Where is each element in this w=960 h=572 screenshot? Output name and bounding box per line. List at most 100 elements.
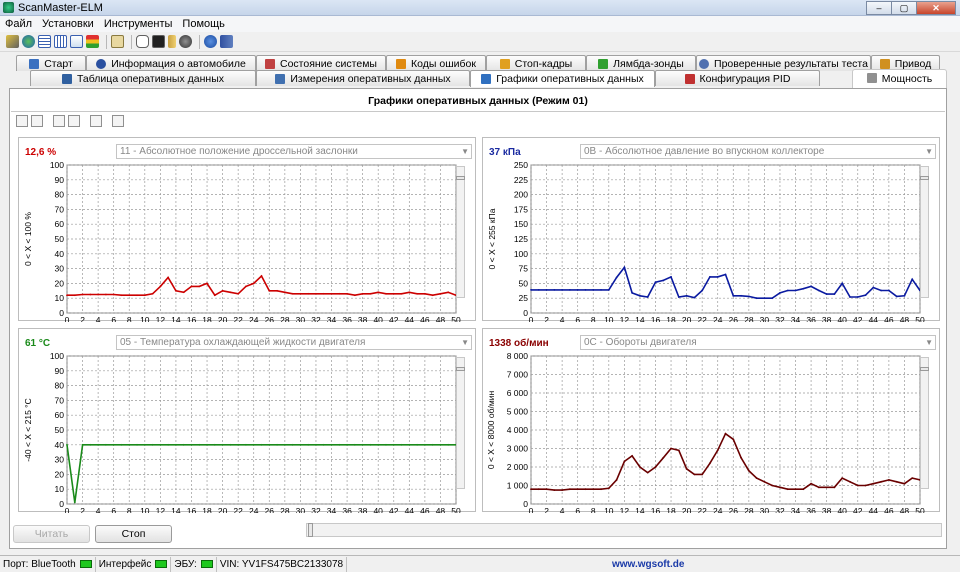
y-tick-label: 10	[55, 484, 65, 494]
x-tick-label: 20	[218, 315, 228, 322]
grid-icon[interactable]	[54, 35, 67, 48]
data-point	[794, 289, 797, 292]
y-tick-label: 200	[514, 190, 528, 200]
data-point	[732, 438, 735, 441]
slider-thumb[interactable]	[456, 175, 465, 180]
globe-icon[interactable]	[22, 35, 35, 48]
open-icon[interactable]	[53, 115, 65, 127]
ecu-led-icon	[200, 560, 213, 568]
scale-slider[interactable]	[456, 357, 465, 489]
monitor-icon[interactable]	[152, 35, 165, 48]
data-point	[283, 443, 286, 446]
x-tick-label: 24	[713, 315, 723, 322]
wrench-icon[interactable]	[6, 35, 19, 48]
data-point	[416, 443, 418, 446]
x-tick-label: 12	[620, 315, 630, 322]
x-tick-label: 30	[760, 315, 770, 322]
x-tick-label: 26	[265, 315, 275, 322]
close-button[interactable]: ✕	[916, 1, 956, 15]
minimize-button[interactable]: –	[866, 1, 892, 15]
time-slider[interactable]	[306, 523, 942, 537]
tab-live-data-meters[interactable]: Измерения оперативных данных	[256, 70, 470, 86]
y-tick-label: 90	[55, 366, 65, 376]
tab-pid-config[interactable]: Конфигурация PID	[655, 70, 820, 86]
data-point	[623, 460, 626, 463]
data-point	[299, 292, 302, 295]
data-point	[338, 292, 341, 295]
x-tick-label: 38	[822, 315, 832, 322]
data-point	[447, 443, 450, 446]
x-tick-label: 50	[915, 315, 925, 322]
tab-freeze-frames[interactable]: Стоп-кадры	[486, 55, 586, 71]
data-point	[315, 292, 317, 295]
data-point	[431, 294, 434, 297]
tab-label: Таблица оперативных данных	[76, 72, 225, 85]
clipboard-icon[interactable]	[111, 35, 124, 48]
battery-icon[interactable]	[168, 35, 176, 48]
x-tick-label: 40	[373, 506, 383, 513]
save-icon[interactable]	[68, 115, 80, 127]
y-tick-label: 6 000	[507, 388, 529, 398]
remove-graph-icon[interactable]	[31, 115, 43, 127]
x-tick-label: 14	[171, 315, 181, 322]
test-results-icon	[699, 58, 710, 69]
slider-thumb[interactable]	[308, 523, 313, 537]
plot-area	[66, 164, 457, 314]
slider-thumb[interactable]	[920, 366, 929, 371]
tab-live-data-graphs[interactable]: Графики оперативных данных	[470, 70, 655, 87]
data-point	[545, 488, 548, 491]
tab-vehicle-info[interactable]: Информация о автомобиле	[86, 55, 256, 71]
data-point	[315, 443, 317, 446]
slider-thumb[interactable]	[920, 175, 929, 180]
print-preview-icon[interactable]	[90, 115, 102, 127]
book-icon[interactable]	[220, 35, 233, 48]
stop-button[interactable]: Стоп	[95, 525, 172, 543]
gauge-icon[interactable]	[179, 35, 192, 48]
maximize-button[interactable]: ▢	[891, 1, 917, 15]
tab-live-data-table[interactable]: Таблица оперативных данных	[30, 70, 256, 86]
y-tick-label: 40	[55, 249, 65, 259]
menu-help[interactable]: Помощь	[177, 18, 230, 30]
website-link[interactable]: www.wgsoft.de	[612, 559, 684, 570]
data-point	[245, 443, 247, 446]
data-point	[198, 443, 201, 446]
tab-start[interactable]: Старт	[16, 55, 86, 71]
x-tick-label: 20	[218, 506, 228, 513]
tab-lambda-sensors[interactable]: Лямбда-зонды	[586, 55, 696, 71]
slider-thumb[interactable]	[456, 366, 465, 371]
table-icon[interactable]	[38, 35, 51, 48]
scale-slider[interactable]	[920, 357, 929, 489]
data-point	[206, 443, 208, 446]
data-point	[887, 289, 890, 292]
menu-tools[interactable]: Инструменты	[99, 18, 178, 30]
data-point	[880, 480, 882, 483]
tab-error-codes[interactable]: Коды ошибок	[386, 55, 486, 71]
data-point	[662, 279, 665, 282]
add-graph-icon[interactable]	[16, 115, 28, 127]
x-tick-label: 24	[713, 506, 723, 513]
data-point	[353, 294, 356, 297]
info-icon[interactable]	[204, 35, 217, 48]
data-point	[576, 289, 579, 291]
menu-settings[interactable]: Установки	[37, 18, 99, 30]
read-button[interactable]: Читать	[13, 525, 90, 543]
tab-test-results[interactable]: Проверенные результаты теста	[696, 55, 871, 71]
flag-icon[interactable]	[86, 35, 99, 48]
x-tick-label: 10	[140, 506, 150, 513]
data-point	[423, 443, 426, 446]
chat-icon[interactable]	[136, 35, 149, 48]
menu-file[interactable]: Файл	[0, 18, 37, 30]
data-point	[369, 443, 372, 446]
data-point	[361, 443, 364, 446]
scale-slider[interactable]	[920, 166, 929, 298]
plot-area	[66, 355, 457, 505]
tab-system-status[interactable]: Состояние системы	[256, 55, 386, 71]
chart-icon[interactable]	[70, 35, 83, 48]
print-icon[interactable]	[112, 115, 124, 127]
main-toolbar	[0, 32, 960, 52]
x-tick-label: 44	[869, 506, 879, 513]
data-point	[747, 469, 750, 472]
y-tick-label: 70	[55, 395, 65, 405]
scale-slider[interactable]	[456, 166, 465, 298]
x-tick-label: 44	[405, 315, 415, 322]
